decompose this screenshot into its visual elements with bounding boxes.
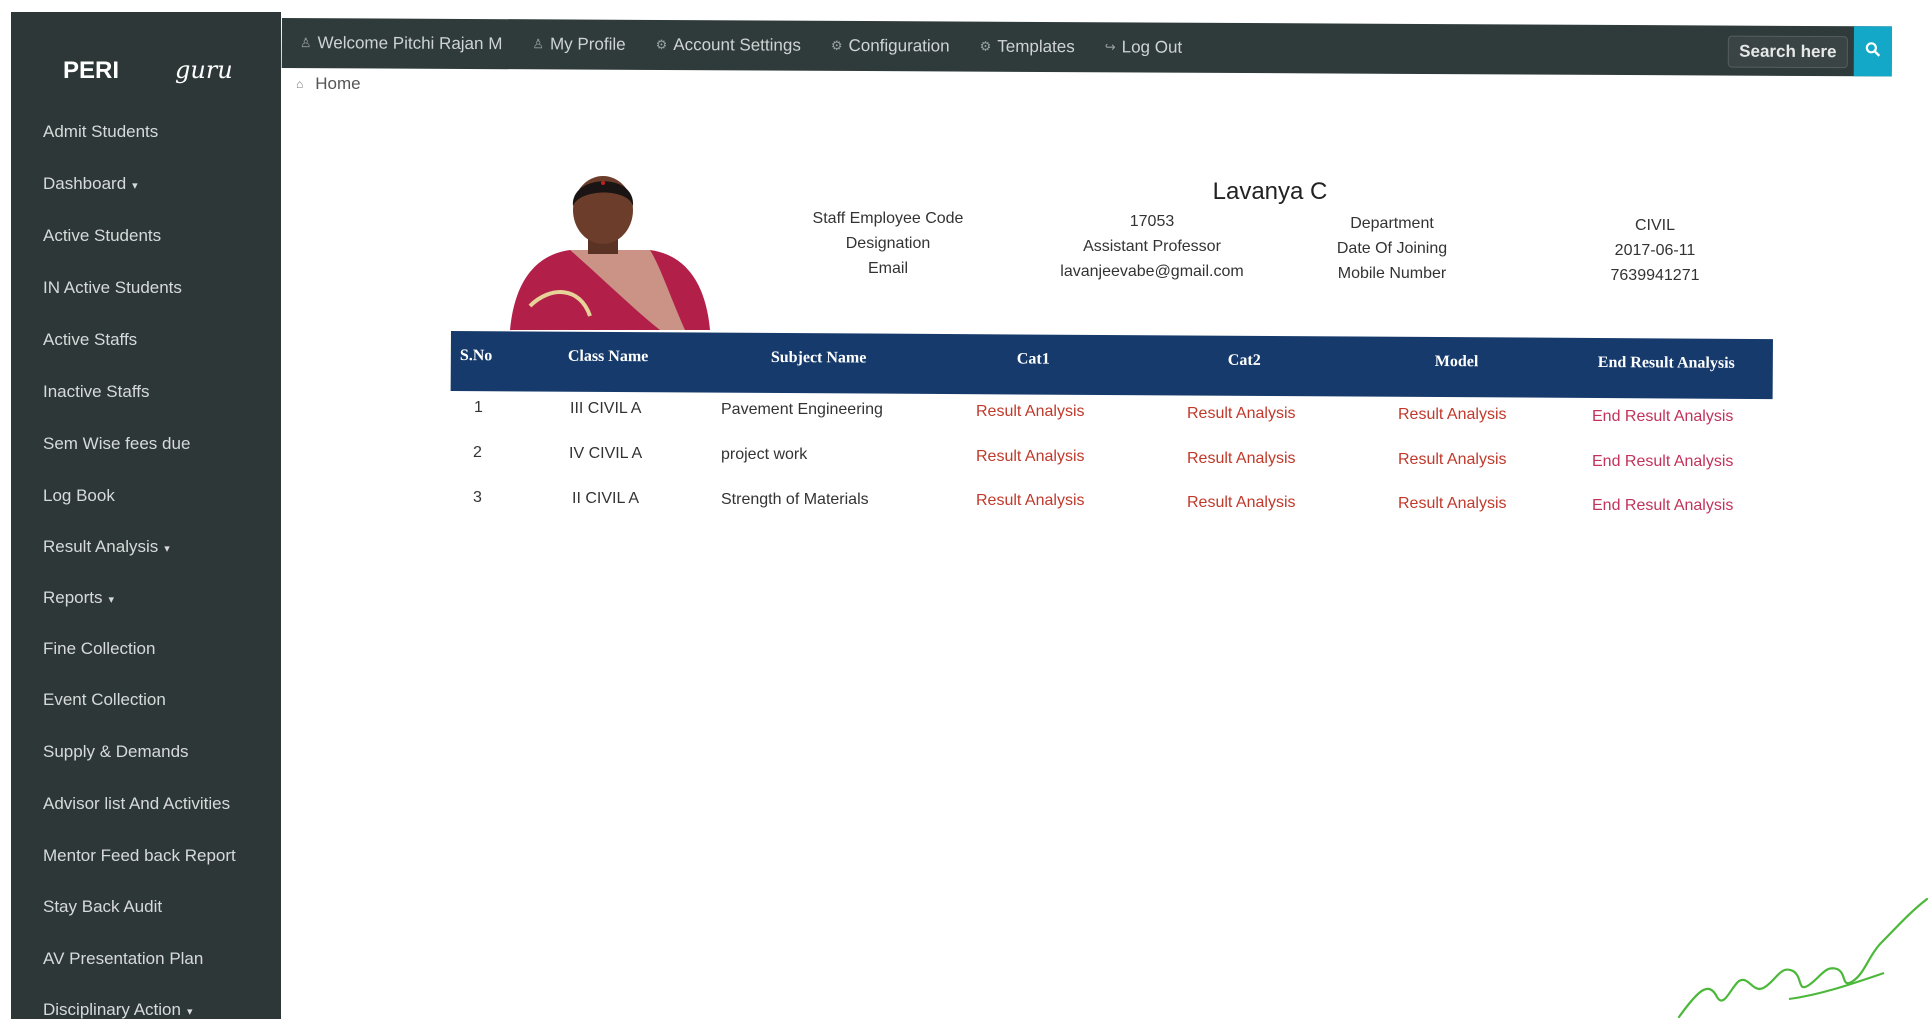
search-input[interactable]: Search here [1727,35,1848,69]
search-icon [1865,41,1881,62]
label-date-of-joining: Date Of Joining [1336,240,1448,257]
col-header-cat2: Cat2 [1227,351,1261,369]
cell-class-name: III CIVIL A [570,400,642,417]
cell-sno: 3 [473,489,482,506]
sidebar-item-event-collection[interactable]: Event Collection [43,690,166,710]
sidebar-item-reports[interactable]: Reports ▾ [43,588,114,608]
user-icon: ♙ [299,35,312,51]
label-mobile-number: Mobile Number [1337,265,1447,282]
top-nav-menu: ♙ Welcome Pitchi Rajan M ♙ My Profile ⚙ Acc… [300,18,1183,73]
sidebar-item-active-students[interactable]: Active Students [43,226,161,246]
link-end-result-analysis[interactable]: End Result Analysis [1592,497,1733,515]
table-header: S.No Class Name Subject Name Cat1 Cat2 M… [450,331,1773,400]
gear-icon: ⚙ [979,38,992,54]
profile-labels-left: Staff Employee Code Designation Email [788,206,988,281]
caret-down-icon: ▾ [108,594,115,606]
col-header-subject-name: Subject Name [770,348,867,367]
profile-values-left: 17053 Assistant Professor lavanjeevabe@g… [1032,209,1272,284]
link-cat1-result-analysis[interactable]: Result Analysis [976,403,1085,421]
sidebar-item-advisor-list[interactable]: Advisor list And Activities [43,794,230,814]
link-cat2-result-analysis[interactable]: Result Analysis [1187,405,1296,423]
sidebar-item-mentor-feedback-report[interactable]: Mentor Feed back Report [43,846,236,866]
cell-class-name: IV CIVIL A [569,445,643,462]
label-department: Department [1350,215,1434,232]
cell-sno: 2 [473,444,482,461]
gear-icon: ⚙ [830,37,843,53]
logo-text-guru: guru [175,56,233,84]
nav-welcome-user[interactable]: ♙ Welcome Pitchi Rajan M [300,33,503,54]
link-end-result-analysis[interactable]: End Result Analysis [1592,453,1733,471]
col-header-sno: S.No [459,347,493,365]
home-icon: ⌂ [296,77,304,91]
col-header-class-name: Class Name [567,347,649,366]
cell-subject-name: Strength of Materials [721,491,869,508]
top-navbar: ♙ Welcome Pitchi Rajan M ♙ My Profile ⚙ Acc… [281,18,1892,77]
link-cat2-result-analysis[interactable]: Result Analysis [1187,450,1296,468]
search-button[interactable] [1853,26,1892,77]
value-department: CIVIL [1634,217,1675,234]
sidebar-item-log-book[interactable]: Log Book [43,486,115,506]
nav-templates[interactable]: ⚙ Templates [980,37,1075,57]
cell-subject-name: project work [721,446,808,463]
label-email: Email [867,260,908,277]
link-cat1-result-analysis[interactable]: Result Analysis [976,492,1085,510]
label-designation: Designation [845,235,931,252]
link-model-result-analysis[interactable]: Result Analysis [1398,495,1507,513]
link-end-result-analysis[interactable]: End Result Analysis [1592,408,1733,426]
cell-sno: 1 [474,399,483,416]
caret-down-icon: ▾ [164,543,170,555]
gear-icon: ⚙ [655,36,668,53]
label-staff-employee-code: Staff Employee Code [812,210,964,227]
sidebar: PERI guru Admit Students Dashboard ▾ Acti… [11,12,281,1019]
user-icon: ♙ [532,36,545,52]
nav-log-out[interactable]: ↪ Log Out [1104,37,1182,57]
cell-class-name: II CIVIL A [572,490,639,507]
sidebar-item-admit-students[interactable]: Admit Students [43,122,158,142]
value-mobile-number: 7639941271 [1610,267,1700,284]
cell-subject-name: Pavement Engineering [721,401,883,418]
link-model-result-analysis[interactable]: Result Analysis [1398,451,1507,469]
handwritten-signature [1669,869,1929,1019]
value-date-of-joining: 2017-06-11 [1614,242,1696,259]
sidebar-item-fine-collection[interactable]: Fine Collection [43,639,155,659]
link-cat2-result-analysis[interactable]: Result Analysis [1187,494,1296,512]
sidebar-item-inactive-students[interactable]: IN Active Students [43,278,182,298]
col-header-cat1: Cat1 [1016,350,1050,368]
profile-photo [510,166,710,330]
nav-account-settings[interactable]: ⚙ Account Settings [656,35,801,56]
sidebar-item-inactive-staffs[interactable]: Inactive Staffs [43,382,149,402]
value-designation: Assistant Professor [1083,238,1221,255]
caret-down-icon: ▾ [132,180,138,192]
logo[interactable]: PERI guru [63,56,233,85]
nav-configuration[interactable]: ⚙ Configuration [831,36,950,57]
breadcrumb: ⌂ Home [296,74,361,94]
caret-down-icon: ▾ [186,1006,193,1018]
value-employee-code: 17053 [1129,213,1175,230]
sidebar-item-stay-back-audit[interactable]: Stay Back Audit [43,897,162,917]
col-header-end-result-analysis: End Result Analysis [1597,354,1735,372]
breadcrumb-home[interactable]: Home [315,74,360,94]
value-email: lavanjeevabe@gmail.com [1060,263,1244,280]
sidebar-item-av-presentation-plan[interactable]: AV Presentation Plan [43,949,203,969]
sidebar-item-dashboard[interactable]: Dashboard ▾ [43,174,138,194]
staff-name: Lavanya C [1212,178,1328,205]
sidebar-item-active-staffs[interactable]: Active Staffs [43,330,137,350]
nav-my-profile[interactable]: ♙ My Profile [532,34,625,54]
link-cat1-result-analysis[interactable]: Result Analysis [976,448,1085,466]
sidebar-item-supply-demands[interactable]: Supply & Demands [43,742,189,762]
logo-text-peri: PERI [63,57,120,84]
sidebar-item-sem-wise-fees-due[interactable]: Sem Wise fees due [43,434,190,454]
profile-values-right: CIVIL 2017-06-11 7639941271 [1580,213,1730,288]
sidebar-item-disciplinary-action[interactable]: Disciplinary Action ▾ [43,1000,192,1020]
logout-icon: ↪ [1104,39,1116,55]
col-header-model: Model [1434,353,1479,371]
profile-labels-right: Department Date Of Joining Mobile Number [1302,211,1482,286]
link-model-result-analysis[interactable]: Result Analysis [1398,406,1507,424]
sidebar-item-result-analysis[interactable]: Result Analysis ▾ [43,537,170,557]
